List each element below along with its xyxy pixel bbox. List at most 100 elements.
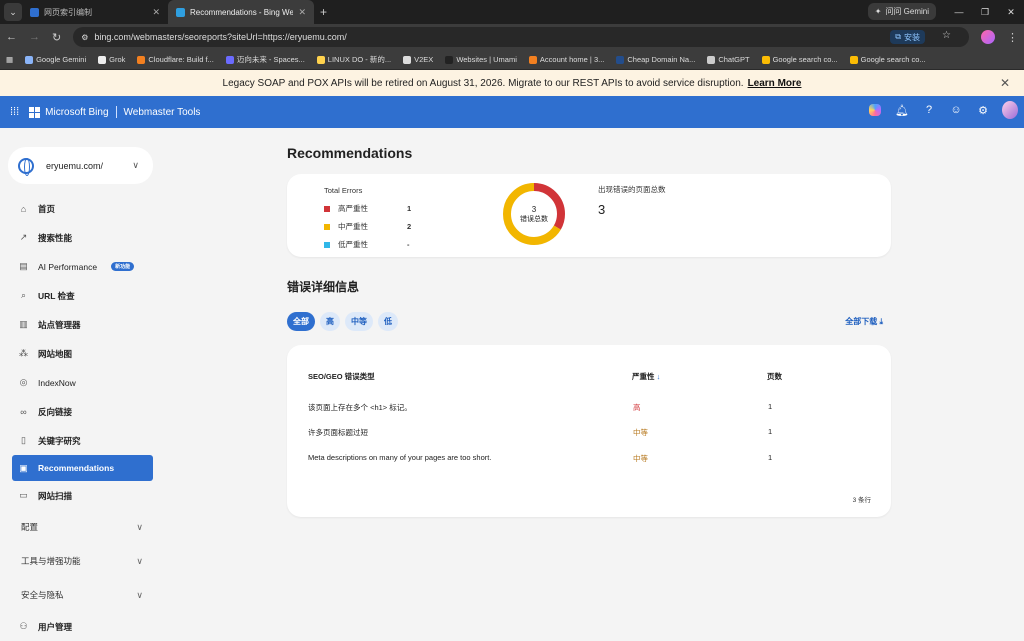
tab-title: Recommendations - Bing We <box>190 7 294 17</box>
error-summary-card: Total Errors 高严重性 1 中严重性 2 低严重性 - 3 错误总数 出现… <box>287 174 891 257</box>
apps-grid-icon[interactable]: ▦ <box>6 55 13 64</box>
close-tab-icon[interactable]: ✕ <box>298 7 306 18</box>
sidebar-item-ai-performance[interactable]: ▤ AI Performance 新功能 <box>0 252 165 281</box>
profile-avatar[interactable] <box>981 30 995 44</box>
filter-medium-pill[interactable]: 中等 <box>345 312 373 331</box>
bookmark-item[interactable]: LINUX DO - 新的... <box>316 54 391 65</box>
bookmark-favicon-icon <box>98 55 107 64</box>
column-header-severity[interactable]: 严重性 ↓ <box>632 371 660 382</box>
row-2-type-link[interactable]: 许多页面标题过短 <box>308 427 368 438</box>
sidebar-nav-bottom: ⚇ 用户管理 <box>0 612 165 641</box>
bookmark-item[interactable]: Account home | 3... <box>528 55 604 64</box>
user-avatar[interactable] <box>1002 101 1018 119</box>
url-text[interactable]: bing.com/webmasters/seoreports?siteUrl=h… <box>94 32 346 42</box>
close-tab-icon[interactable]: ✕ <box>152 7 160 18</box>
new-feature-badge: 新功能 <box>111 262 135 271</box>
bookmark-item[interactable]: V2EX <box>403 55 433 64</box>
bookmark-item[interactable]: Google Gemini <box>25 55 86 64</box>
browser-tab[interactable]: 网页索引编制 ✕ <box>22 0 168 24</box>
back-icon[interactable]: ← <box>6 31 17 43</box>
sidebar-item-site-scan[interactable]: ▭ 网站扫描 <box>0 481 165 510</box>
app-launcher-icon[interactable]: ⁞⁞⁞ <box>10 106 19 118</box>
bookmark-item[interactable]: Cloudflare: Build f... <box>137 55 214 64</box>
webmaster-header: ⁞⁞⁞ Microsoft Bing Webmaster Tools 🔔︎ ? … <box>0 96 1024 128</box>
brand-name[interactable]: Microsoft Bing <box>45 107 108 118</box>
sidebar-nav: ⌂ 首页 ↗ 搜索性能 ▤ AI Performance 新功能 ⌕ URL 检查 ▥ 站点… <box>0 194 165 510</box>
product-name[interactable]: Webmaster Tools <box>124 107 201 118</box>
bookmark-star-icon[interactable]: ☆ <box>942 30 951 41</box>
bookmark-item[interactable]: Cheap Domain Na... <box>616 55 695 64</box>
reload-icon[interactable]: ↻ <box>52 31 61 44</box>
help-icon[interactable]: ? <box>921 102 937 118</box>
tab-search-button[interactable]: ⌄ <box>4 3 22 21</box>
header-divider <box>115 106 117 118</box>
search-icon: ⌕ <box>20 290 27 300</box>
menu-kebab-icon[interactable]: ⋮ <box>1007 31 1018 44</box>
sidebar-item-indexnow[interactable]: ◎ IndexNow <box>0 368 165 397</box>
row-3-type-link[interactable]: Meta descriptions on many of your pages … <box>308 453 491 462</box>
column-header-pages[interactable]: 页数 <box>767 371 782 382</box>
forward-icon[interactable]: → <box>29 31 40 43</box>
sidebar-item-keyword-research[interactable]: ▯ 关键字研究 <box>0 426 165 455</box>
copilot-icon[interactable] <box>867 102 883 118</box>
bookmark-favicon-icon <box>707 55 716 64</box>
bookmark-item[interactable]: Google search co... <box>761 55 838 64</box>
browser-tab-active[interactable]: Recommendations - Bing We ✕ <box>168 0 314 24</box>
restore-icon[interactable]: ❐ <box>972 0 998 24</box>
new-tab-button[interactable]: + <box>320 5 327 19</box>
errors-table: SEO/GEO 错误类型 严重性 ↓ 页数 该页面上存在多个 <h1> 标记。 … <box>287 345 891 517</box>
sidebar-group-config[interactable]: 配置 ∨ <box>0 510 165 544</box>
sort-arrow-down-icon: ↓ <box>656 372 661 381</box>
bookmark-favicon-icon <box>403 55 412 64</box>
sidebar: eryuemu.com/ ∨ ⌂ 首页 ↗ 搜索性能 ▤ AI Performance… <box>0 135 165 639</box>
row-3-pages: 1 <box>768 453 773 462</box>
close-banner-icon[interactable]: ✕ <box>1000 76 1010 90</box>
sitemap-icon: ⁂ <box>19 348 28 358</box>
gemini-icon: ✦ <box>874 7 882 16</box>
settings-gear-icon[interactable]: ⚙ <box>975 102 991 118</box>
recommendations-icon: ▣ <box>19 462 28 473</box>
bookmark-item[interactable]: Grok <box>98 55 125 64</box>
minimize-icon[interactable]: — <box>946 0 972 24</box>
bookmark-item[interactable]: ChatGPT <box>707 55 750 64</box>
column-header-type[interactable]: SEO/GEO 错误类型 <box>308 371 375 382</box>
sidebar-item-user-management[interactable]: ⚇ 用户管理 <box>0 612 165 641</box>
page-title: Recommendations <box>287 145 413 161</box>
omnibox[interactable]: ⚙ bing.com/webmasters/seoreports?siteUrl… <box>73 27 969 47</box>
sidebar-group-tools[interactable]: 工具与增强功能 ∨ <box>0 544 165 578</box>
sidebar-item-home[interactable]: ⌂ 首页 <box>0 194 165 223</box>
total-errors-label: Total Errors <box>324 186 363 195</box>
bookmark-item[interactable]: Google search co... <box>849 55 926 64</box>
main-content: Recommendations Total Errors 高严重性 1 中严重性 2… <box>287 135 891 517</box>
window-controls: — ❐ ✕ <box>946 0 1024 24</box>
sidebar-item-search-performance[interactable]: ↗ 搜索性能 <box>0 223 165 252</box>
notifications-bell-icon[interactable]: 🔔︎ <box>894 102 910 118</box>
filter-high-pill[interactable]: 高 <box>320 312 340 331</box>
close-window-icon[interactable]: ✕ <box>998 0 1024 24</box>
bookmark-item[interactable]: Websites | Umami <box>445 55 517 64</box>
site-info-icon[interactable]: ⚙ <box>81 33 88 42</box>
sidebar-item-backlinks[interactable]: ∞ 反向链接 <box>0 397 165 426</box>
sidebar-item-sitemaps[interactable]: ⁂ 网站地图 <box>0 339 165 368</box>
row-2-severity: 中等 <box>633 428 648 437</box>
site-selector[interactable]: eryuemu.com/ ∨ <box>8 147 153 184</box>
sidebar-item-site-explorer[interactable]: ▥ 站点管理器 <box>0 310 165 339</box>
filter-all-pill[interactable]: 全部 <box>287 312 315 331</box>
bookmark-item[interactable]: 迈向未来 - Spaces... <box>225 54 305 65</box>
ask-gemini-button[interactable]: ✦ 问问 Gemini <box>867 3 936 20</box>
bookmark-favicon-icon <box>445 55 454 64</box>
report-icon: ▤ <box>19 261 28 271</box>
feedback-smiley-icon[interactable]: ☺ <box>948 102 964 118</box>
sidebar-item-url-inspection[interactable]: ⌕ URL 检查 <box>0 281 165 310</box>
row-1-type-link[interactable]: 该页面上存在多个 <h1> 标记。 <box>308 402 412 413</box>
sidebar-group-security[interactable]: 安全与隐私 ∨ <box>0 578 165 612</box>
learn-more-link[interactable]: Learn More <box>748 78 802 89</box>
download-icon: ⤓ <box>879 317 883 326</box>
keyword-icon: ▯ <box>21 435 26 445</box>
filter-low-pill[interactable]: 低 <box>378 312 398 331</box>
sidebar-item-recommendations[interactable]: ▣ Recommendations <box>12 455 153 481</box>
site-explorer-icon: ▥ <box>19 319 28 329</box>
install-app-button[interactable]: ⧉ 安装 <box>890 30 925 44</box>
download-all-button[interactable]: 全部下载 ⤓ <box>845 316 883 327</box>
severity-filter-pills: 全部 高 中等 低 全部下载 ⤓ <box>287 312 891 331</box>
